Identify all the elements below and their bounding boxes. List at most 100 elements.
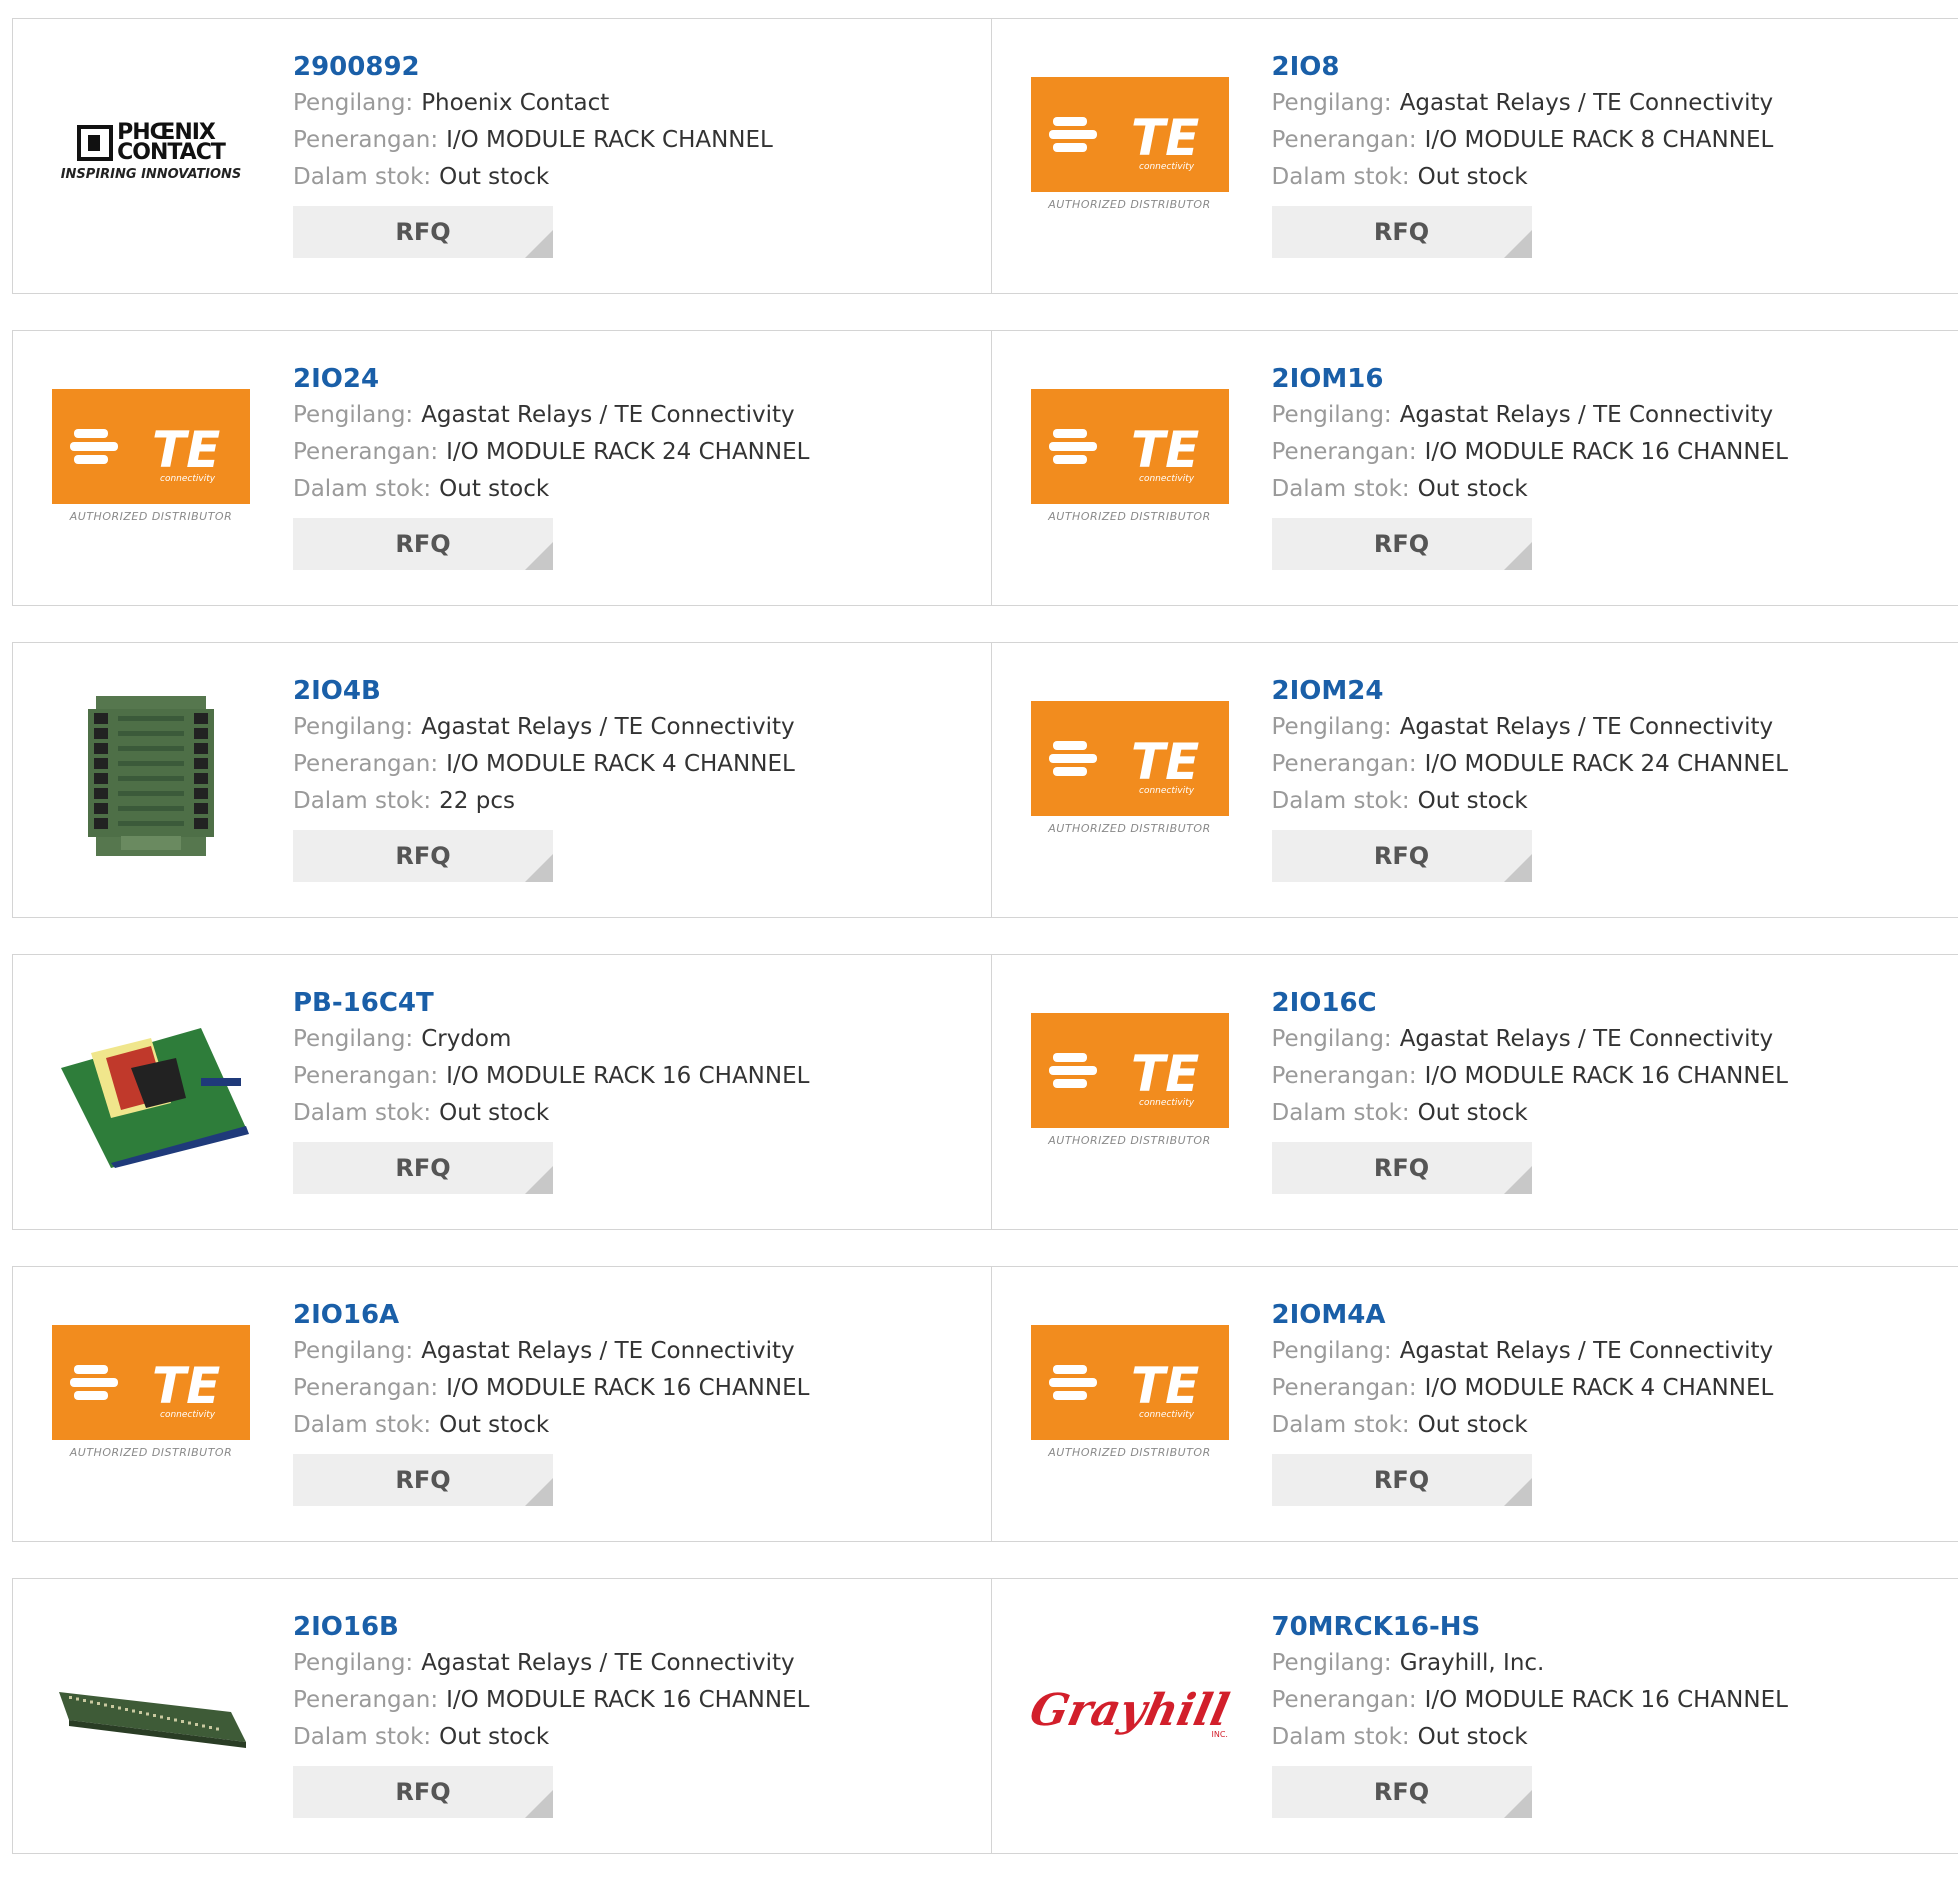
te-logo-text: TE (1131, 1045, 1199, 1103)
part-number-link[interactable]: 2IO24 (293, 361, 809, 397)
product-thumbnail[interactable]: TE connectivity AUTHORIZED DISTRIBUTOR (1030, 1325, 1230, 1475)
stock-label: Dalam stok: (1272, 1100, 1410, 1126)
product-card: Grayhill INC. 70MRCK16-HS Pengilang:Gray… (991, 1579, 1958, 1853)
stock-label: Dalam stok: (293, 1100, 431, 1126)
manufacturer-label: Pengilang: (293, 1650, 413, 1676)
te-logo-tagline: AUTHORIZED DISTRIBUTOR (1048, 822, 1211, 835)
product-card: PB-16C4T Pengilang:Crydom Penerangan:I/O… (13, 955, 991, 1229)
description-value: I/O MODULE RACK 16 CHANNEL (446, 1063, 809, 1089)
stock-value: Out stock (439, 1724, 549, 1750)
manufacturer-value: Phoenix Contact (421, 90, 609, 116)
stock-value: Out stock (439, 476, 549, 502)
rfq-button[interactable]: RFQ (293, 1454, 553, 1506)
rfq-corner-decoration (1504, 854, 1532, 882)
product-row: 2IO16B Pengilang:Agastat Relays / TE Con… (12, 1578, 1958, 1854)
te-logo-sub: connectivity (160, 1410, 216, 1420)
part-number-link[interactable]: 2IOM4A (1272, 1297, 1774, 1333)
stock-label: Dalam stok: (293, 476, 431, 502)
product-row: 2IO4B Pengilang: Agastat Relays / TE Conn… (12, 642, 1958, 918)
rfq-button[interactable]: RFQ (293, 830, 553, 882)
rfq-button[interactable]: RFQ (293, 1142, 553, 1194)
product-thumbnail[interactable] (51, 1637, 251, 1787)
product-thumbnail[interactable] (51, 1013, 251, 1163)
rfq-label: RFQ (1374, 1778, 1429, 1806)
te-connectivity-logo: TE connectivity AUTHORIZED DISTRIBUTOR (52, 389, 250, 539)
rfq-button[interactable]: RFQ (1272, 1454, 1532, 1506)
rfq-button[interactable]: RFQ (1272, 206, 1532, 258)
part-number-link[interactable]: 2IO16C (1272, 985, 1788, 1021)
rfq-button[interactable]: RFQ (293, 518, 553, 570)
te-logo-text: TE (152, 1357, 220, 1415)
stock-label: Dalam stok: (293, 164, 431, 190)
stock-value: Out stock (1418, 476, 1528, 502)
te-connectivity-logo: TE connectivity AUTHORIZED DISTRIBUTOR (1031, 701, 1229, 851)
te-logo-text: TE (1131, 1357, 1199, 1415)
rfq-label: RFQ (395, 1778, 450, 1806)
long-board-image (51, 1652, 251, 1772)
stock-label: Dalam stok: (293, 1724, 431, 1750)
part-number-link[interactable]: 2IOM16 (1272, 361, 1788, 397)
part-number-link[interactable]: PB-16C4T (293, 985, 809, 1021)
manufacturer-value: Agastat Relays / TE Connectivity (1400, 1026, 1773, 1052)
part-number-link[interactable]: 2IO8 (1272, 49, 1774, 85)
rfq-label: RFQ (1374, 1154, 1429, 1182)
product-thumbnail[interactable]: Grayhill INC. (1030, 1637, 1230, 1787)
stock-label: Dalam stok: (293, 1412, 431, 1438)
manufacturer-label: Pengilang: (1272, 714, 1392, 740)
stock-label: Dalam stok: (1272, 788, 1410, 814)
product-thumbnail[interactable] (51, 701, 251, 851)
rfq-label: RFQ (395, 218, 450, 246)
product-card: 2IO4B Pengilang:Agastat Relays / TE Conn… (13, 643, 991, 917)
description-value: I/O MODULE RACK 8 CHANNEL (1425, 127, 1774, 153)
description-label: Penerangan: (293, 1687, 438, 1713)
manufacturer-value: Agastat Relays / TE Connectivity (1400, 714, 1773, 740)
rfq-corner-decoration (525, 854, 553, 882)
manufacturer-label: Pengilang: (293, 402, 413, 428)
description-value: I/O MODULE RACK CHANNEL (446, 127, 773, 153)
manufacturer-label: Pengilang: (293, 1338, 413, 1364)
rfq-button[interactable]: RFQ (1272, 830, 1532, 882)
product-thumbnail[interactable]: TE connectivity AUTHORIZED DISTRIBUTOR (51, 389, 251, 539)
product-thumbnail[interactable]: TE connectivity AUTHORIZED DISTRIBUTOR (1030, 389, 1230, 539)
stock-label: Dalam stok: (1272, 476, 1410, 502)
description-value: I/O MODULE RACK 16 CHANNEL (446, 1375, 809, 1401)
description-label: Penerangan: (1272, 1063, 1417, 1089)
rfq-corner-decoration (525, 230, 553, 258)
stock-value: Out stock (1418, 164, 1528, 190)
part-number-link[interactable]: 70MRCK16-HS (1272, 1609, 1788, 1645)
stock-label: Dalam stok: (1272, 1412, 1410, 1438)
rfq-button[interactable]: RFQ (1272, 1142, 1532, 1194)
part-number-link[interactable]: 2IO16A (293, 1297, 809, 1333)
product-card: TE connectivity AUTHORIZED DISTRIBUTOR 2… (13, 1267, 991, 1541)
description-value: I/O MODULE RACK 16 CHANNEL (1425, 1063, 1788, 1089)
rfq-button[interactable]: RFQ (293, 206, 553, 258)
manufacturer-label: Pengilang: (293, 1026, 413, 1052)
product-card: TE connectivity AUTHORIZED DISTRIBUTOR 2… (991, 1267, 1958, 1541)
te-connectivity-logo: TE connectivity AUTHORIZED DISTRIBUTOR (52, 1325, 250, 1475)
te-connectivity-logo: TE connectivity AUTHORIZED DISTRIBUTOR (1031, 1013, 1229, 1163)
te-logo-tagline: AUTHORIZED DISTRIBUTOR (70, 1446, 233, 1459)
rfq-button[interactable]: RFQ (293, 1766, 553, 1818)
te-logo-sub: connectivity (160, 474, 216, 484)
rfq-label: RFQ (395, 842, 450, 870)
te-logo-tagline: AUTHORIZED DISTRIBUTOR (1048, 510, 1211, 523)
rfq-button[interactable]: RFQ (1272, 518, 1532, 570)
te-logo-text: TE (1131, 421, 1199, 479)
part-number-link[interactable]: 2IO4B (293, 673, 795, 709)
rfq-button[interactable]: RFQ (1272, 1766, 1532, 1818)
product-thumbnail[interactable]: PHŒNIXCONTACT INSPIRING INNOVATIONS (51, 77, 251, 227)
part-number-link[interactable]: 2IO16B (293, 1609, 809, 1645)
description-value: I/O MODULE RACK 4 CHANNEL (1425, 1375, 1774, 1401)
description-value: I/O MODULE RACK 24 CHANNEL (1425, 751, 1788, 777)
product-thumbnail[interactable]: TE connectivity AUTHORIZED DISTRIBUTOR (1030, 1013, 1230, 1163)
product-thumbnail[interactable]: TE connectivity AUTHORIZED DISTRIBUTOR (1030, 701, 1230, 851)
manufacturer-value: Agastat Relays / TE Connectivity (421, 714, 794, 740)
product-thumbnail[interactable]: TE connectivity AUTHORIZED DISTRIBUTOR (51, 1325, 251, 1475)
description-label: Penerangan: (293, 1375, 438, 1401)
product-card: TE connectivity AUTHORIZED DISTRIBUTOR 2… (991, 331, 1958, 605)
phoenix-logo-tagline: INSPIRING INNOVATIONS (61, 167, 242, 182)
product-thumbnail[interactable]: TE connectivity AUTHORIZED DISTRIBUTOR (1030, 77, 1230, 227)
part-number-link[interactable]: 2900892 (293, 49, 773, 85)
grayhill-logo-text: Grayhill (1026, 1685, 1234, 1736)
part-number-link[interactable]: 2IOM24 (1272, 673, 1788, 709)
